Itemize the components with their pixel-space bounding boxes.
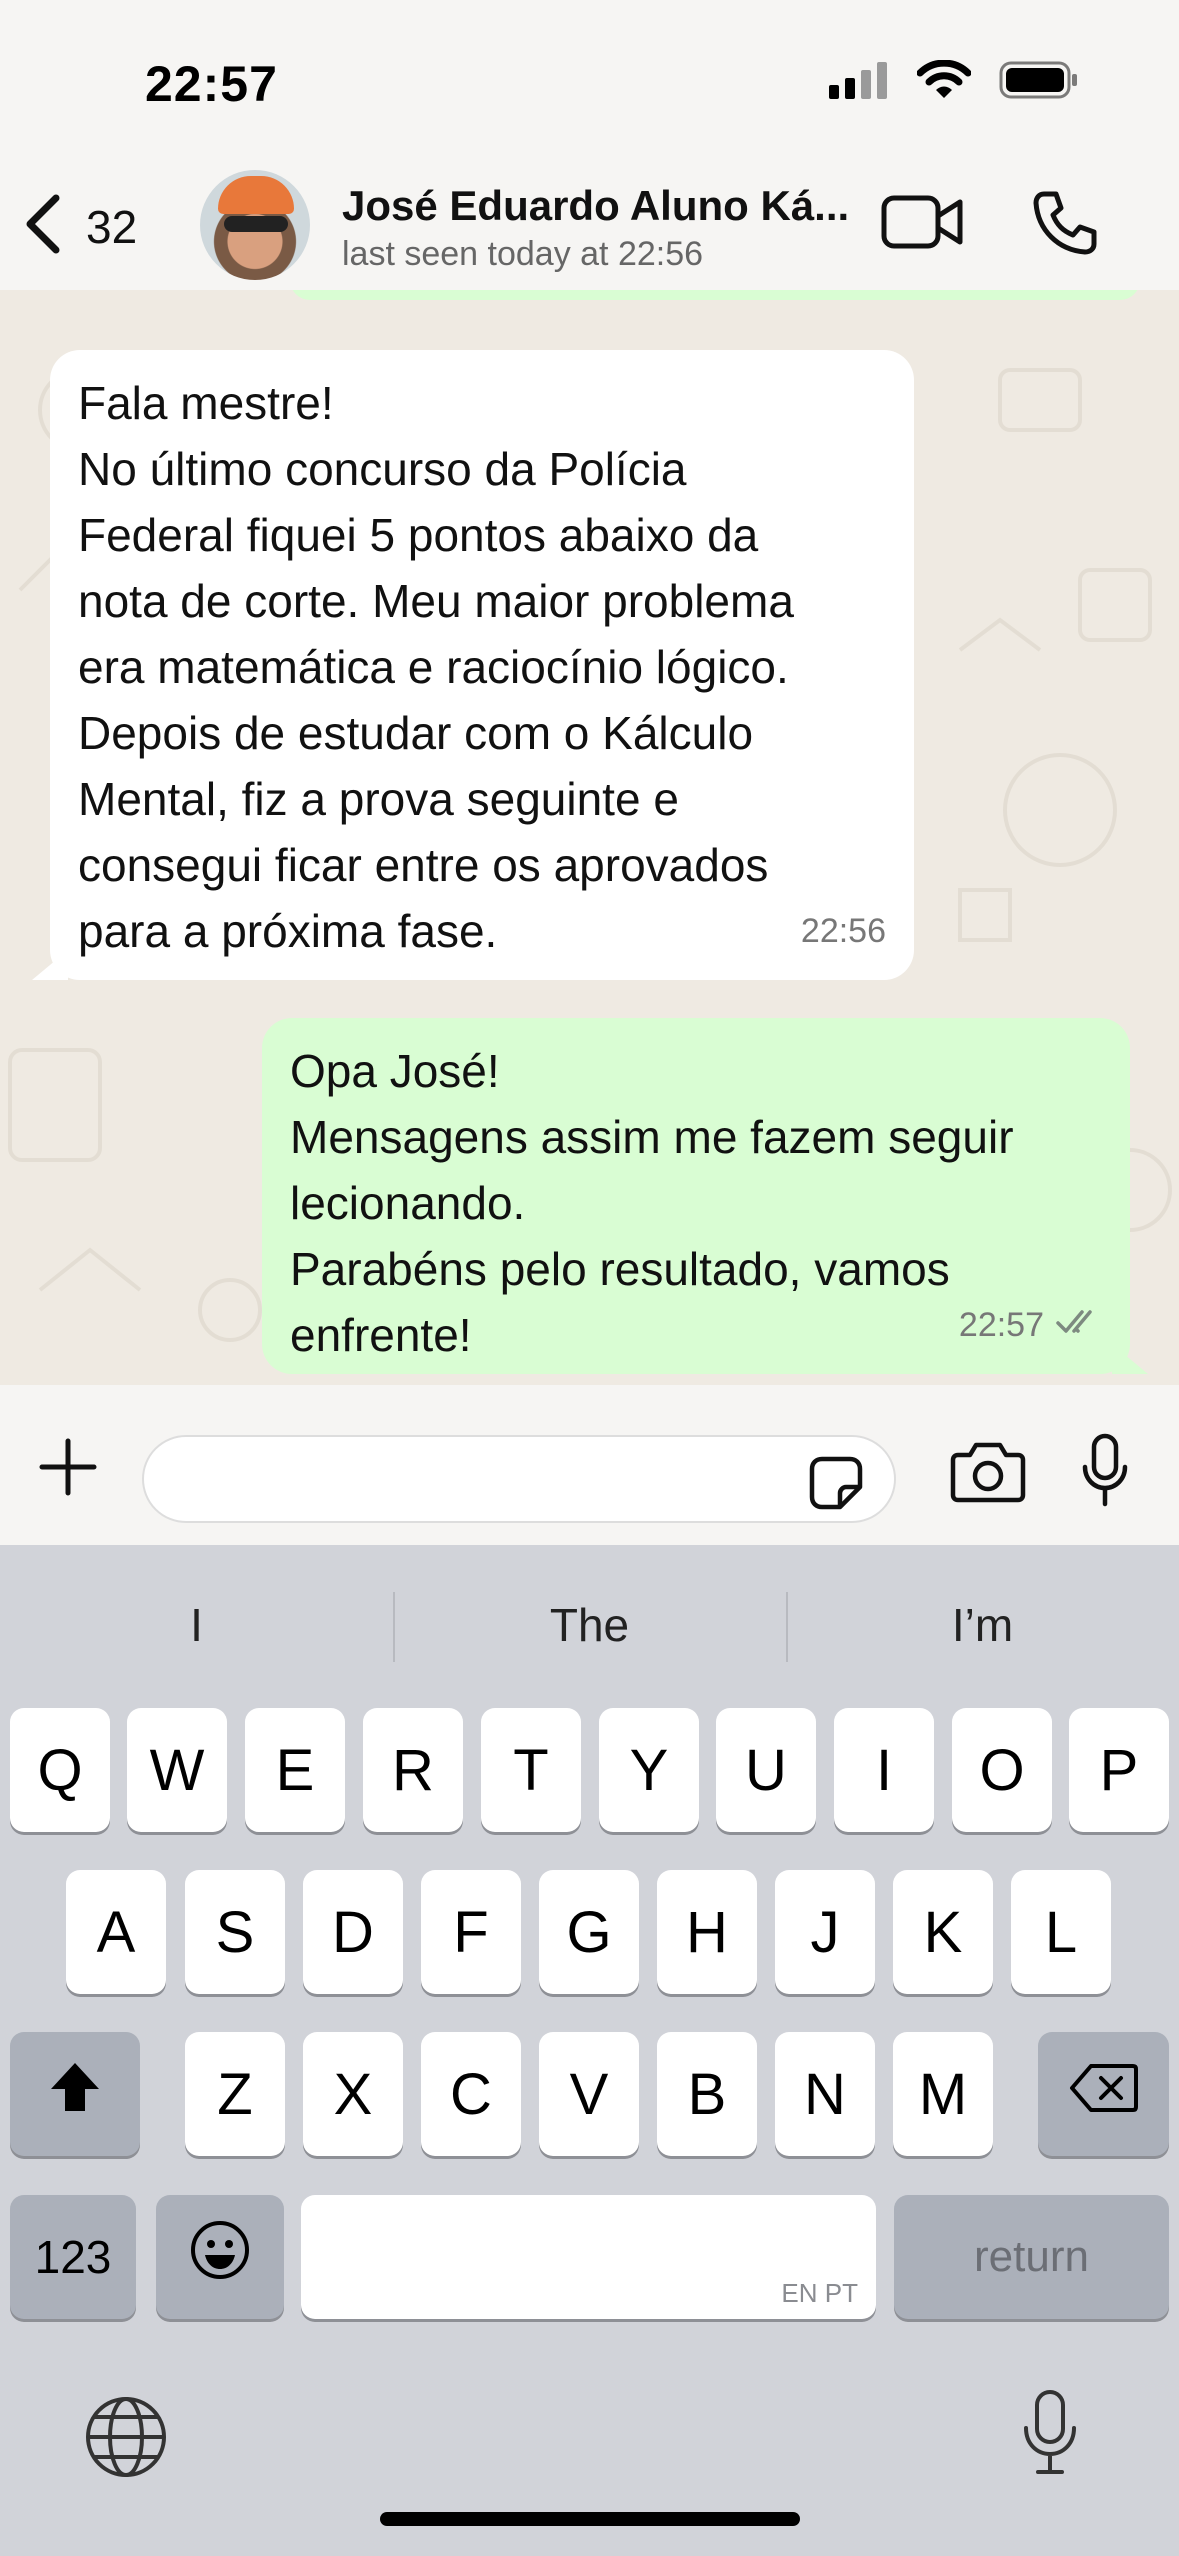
voice-call-button[interactable] bbox=[1030, 188, 1100, 263]
camera-button[interactable] bbox=[950, 1441, 1026, 1508]
ios-keyboard: I The I’m Q W E R T Y U I O P A S D F G … bbox=[0, 1545, 1179, 2556]
predictive-text-bar: I The I’m bbox=[0, 1580, 1179, 1670]
plus-icon bbox=[38, 1438, 98, 1501]
key-l[interactable]: L bbox=[1011, 1870, 1111, 1994]
wifi-icon bbox=[916, 59, 972, 105]
attach-button[interactable] bbox=[38, 1437, 98, 1502]
numbers-key[interactable]: 123 bbox=[10, 2195, 136, 2319]
message-text-line: consegui ficar entre os aprovados bbox=[78, 839, 769, 891]
status-time: 22:57 bbox=[145, 56, 278, 112]
last-seen-status: last seen today at 22:56 bbox=[342, 235, 704, 273]
globe-icon bbox=[84, 2397, 168, 2483]
video-camera-icon bbox=[880, 195, 964, 258]
key-z[interactable]: Z bbox=[185, 2032, 285, 2156]
avatar[interactable] bbox=[200, 170, 310, 280]
suggestion-item[interactable]: I’m bbox=[786, 1580, 1179, 1670]
key-r[interactable]: R bbox=[363, 1708, 463, 1832]
key-m[interactable]: M bbox=[893, 2032, 993, 2156]
cellular-signal-icon bbox=[829, 61, 889, 104]
status-bar: 22:57 bbox=[0, 0, 1179, 170]
key-d[interactable]: D bbox=[303, 1870, 403, 1994]
message-text-line: Mensagens assim me fazem seguir bbox=[290, 1111, 1014, 1163]
message-time: 22:57 bbox=[958, 1306, 1044, 1344]
delete-key[interactable] bbox=[1038, 2032, 1169, 2156]
home-indicator[interactable] bbox=[380, 2512, 800, 2526]
keyboard-language-hint: EN PT bbox=[781, 2278, 858, 2308]
message-text-line: para a próxima fase. bbox=[78, 905, 498, 957]
contact-name[interactable]: José Eduardo Aluno Ká... bbox=[342, 182, 849, 230]
double-check-read-icon bbox=[1056, 1292, 1102, 1358]
chat-header: 32 José Eduardo Aluno Ká... last seen to… bbox=[0, 160, 1179, 290]
unread-chats-count: 32 bbox=[86, 200, 138, 253]
message-text-line: era matemática e raciocínio lógico. bbox=[78, 641, 789, 693]
status-icons bbox=[829, 59, 1079, 105]
outgoing-message[interactable]: Opa José! Mensagens assim me fazem segui… bbox=[262, 1018, 1130, 1374]
key-q[interactable]: Q bbox=[10, 1708, 110, 1832]
key-b[interactable]: B bbox=[657, 2032, 757, 2156]
key-k[interactable]: K bbox=[893, 1870, 993, 1994]
chevron-left-icon bbox=[20, 192, 64, 261]
key-x[interactable]: X bbox=[303, 2032, 403, 2156]
message-text-line: lecionando. bbox=[290, 1177, 526, 1229]
sticker-button[interactable] bbox=[808, 1455, 864, 1516]
microphone-icon bbox=[1080, 1433, 1130, 1511]
incoming-message[interactable]: Fala mestre! No último concurso da Políc… bbox=[50, 350, 914, 980]
previous-outgoing-message bbox=[290, 290, 1140, 300]
message-text-line: Fala mestre! bbox=[78, 377, 334, 429]
voice-message-button[interactable] bbox=[1080, 1433, 1130, 1512]
key-s[interactable]: S bbox=[185, 1870, 285, 1994]
key-h[interactable]: H bbox=[657, 1870, 757, 1994]
suggestion-item[interactable]: The bbox=[393, 1580, 786, 1670]
key-a[interactable]: A bbox=[66, 1870, 166, 1994]
key-w[interactable]: W bbox=[127, 1708, 227, 1832]
key-u[interactable]: U bbox=[716, 1708, 816, 1832]
message-input[interactable] bbox=[142, 1435, 896, 1523]
message-text-line: nota de corte. Meu maior problema bbox=[78, 575, 794, 627]
space-bar[interactable]: EN PT bbox=[301, 2195, 876, 2319]
key-j[interactable]: J bbox=[775, 1870, 875, 1994]
message-text-line: Mental, fiz a prova seguinte e bbox=[78, 773, 679, 825]
key-y[interactable]: Y bbox=[599, 1708, 699, 1832]
back-button[interactable]: 32 bbox=[20, 192, 137, 261]
backspace-icon bbox=[1069, 2061, 1139, 2128]
phone-icon bbox=[1030, 191, 1100, 262]
emoji-key[interactable] bbox=[156, 2195, 284, 2319]
message-time: 22:56 bbox=[800, 912, 886, 950]
message-list[interactable]: Fala mestre! No último concurso da Políc… bbox=[0, 290, 1179, 1385]
key-v[interactable]: V bbox=[539, 2032, 639, 2156]
key-e[interactable]: E bbox=[245, 1708, 345, 1832]
key-c[interactable]: C bbox=[421, 2032, 521, 2156]
dictation-button[interactable] bbox=[1020, 2388, 1080, 2483]
key-g[interactable]: G bbox=[539, 1870, 639, 1994]
key-n[interactable]: N bbox=[775, 2032, 875, 2156]
key-f[interactable]: F bbox=[421, 1870, 521, 1994]
key-i[interactable]: I bbox=[834, 1708, 934, 1832]
message-timestamp: 22:57 bbox=[959, 1292, 1102, 1358]
message-text-line: Opa José! bbox=[290, 1045, 500, 1097]
return-key[interactable]: return bbox=[894, 2195, 1169, 2319]
message-text-line: No último concurso da Polícia bbox=[78, 443, 687, 495]
microphone-icon bbox=[1020, 2390, 1080, 2482]
key-t[interactable]: T bbox=[481, 1708, 581, 1832]
emoji-smiley-icon bbox=[189, 2219, 251, 2295]
message-text-line: Depois de estudar com o Kálculo bbox=[78, 707, 754, 759]
sticker-icon bbox=[808, 1456, 864, 1515]
key-p[interactable]: P bbox=[1069, 1708, 1169, 1832]
shift-arrow-icon bbox=[47, 2059, 103, 2129]
video-call-button[interactable] bbox=[880, 190, 964, 259]
message-text-line: Federal fiquei 5 pontos abaixo da bbox=[78, 509, 759, 561]
key-o[interactable]: O bbox=[952, 1708, 1052, 1832]
camera-icon bbox=[950, 1442, 1026, 1507]
message-composer bbox=[0, 1385, 1179, 1545]
shift-key[interactable] bbox=[10, 2032, 140, 2156]
suggestion-item[interactable]: I bbox=[0, 1580, 393, 1670]
globe-button[interactable] bbox=[84, 2395, 168, 2484]
message-timestamp: 22:56 bbox=[801, 898, 886, 964]
battery-icon bbox=[999, 60, 1079, 105]
whatsapp-chat-screen: 22:57 32 José Eduardo Aluno Ká... last s… bbox=[0, 0, 1179, 2556]
